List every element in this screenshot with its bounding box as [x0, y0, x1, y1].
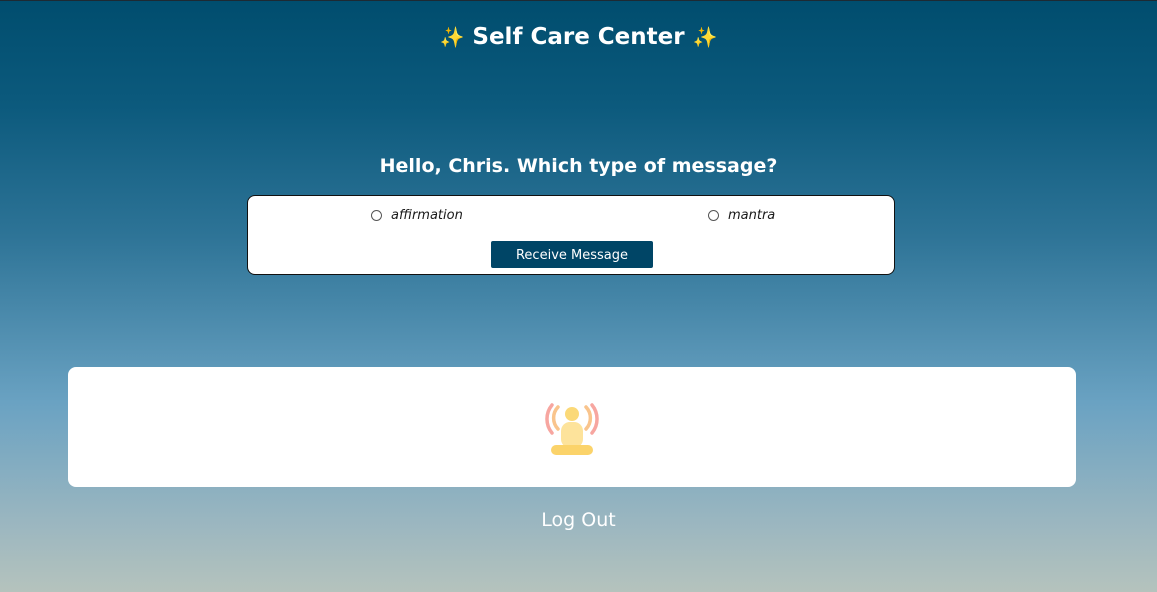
message-display-box — [68, 367, 1076, 487]
mantra-label: mantra — [728, 208, 776, 223]
affirmation-label: affirmation — [391, 208, 463, 223]
mantra-radio[interactable] — [708, 210, 719, 221]
top-border — [0, 0, 1157, 1]
option-affirmation[interactable]: affirmation — [371, 208, 463, 223]
page-title: ✨ Self Care Center ✨ — [0, 22, 1157, 52]
message-type-form: affirmation mantra Receive Message — [247, 195, 895, 275]
page-title-text: Self Care Center — [472, 24, 685, 50]
sparkle-left-icon: ✨ — [439, 25, 465, 49]
affirmation-radio[interactable] — [371, 210, 382, 221]
logout-container: Log Out — [0, 507, 1157, 533]
meditation-icon — [545, 403, 599, 455]
option-mantra[interactable]: mantra — [708, 208, 775, 223]
greeting-text: Hello, Chris. Which type of message? — [379, 155, 778, 177]
receive-message-button[interactable]: Receive Message — [491, 241, 653, 268]
logout-link[interactable]: Log Out — [541, 509, 615, 531]
sparkle-right-icon: ✨ — [692, 25, 718, 49]
